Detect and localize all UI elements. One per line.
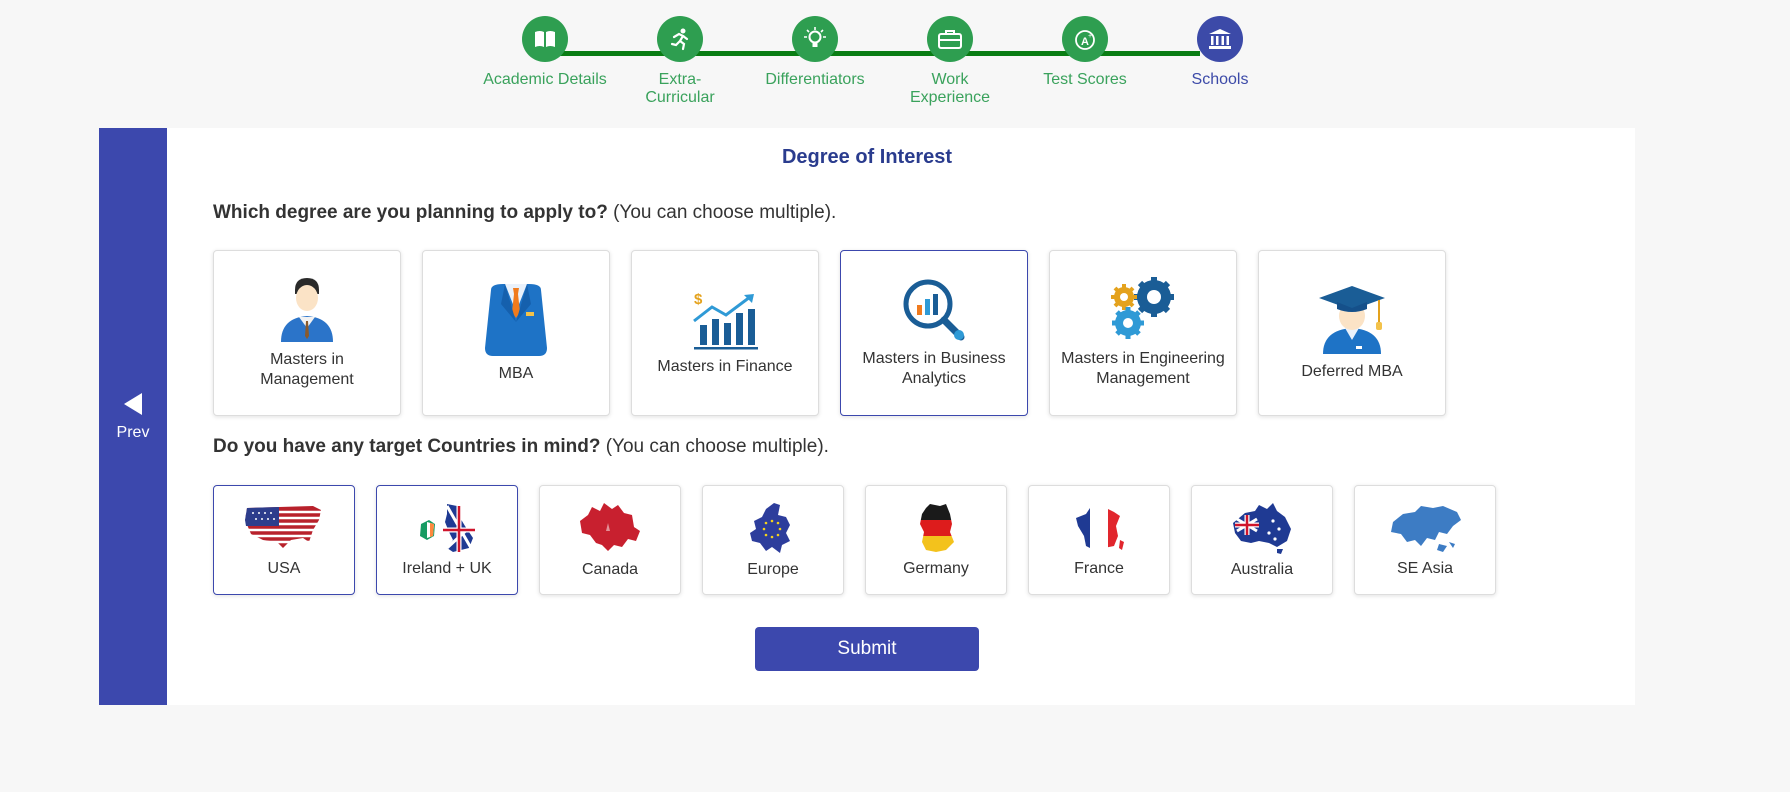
country-option-label: Europe: [747, 561, 799, 578]
gears-icon: [1111, 277, 1174, 339]
degree-question-bold: Which degree are you planning to apply t…: [213, 202, 608, 223]
degree-question: Which degree are you planning to apply t…: [213, 202, 836, 224]
lightbulb-icon: [792, 16, 838, 62]
analytics-magnifier-icon: [903, 279, 965, 341]
country-question-note: (You can choose multiple).: [600, 436, 829, 457]
manager-icon: [281, 278, 333, 342]
step-label: Work Experience: [909, 71, 991, 106]
europe-map-icon: [750, 503, 790, 553]
step-test-scores[interactable]: A + Test Scores: [1020, 16, 1150, 89]
step-label: Test Scores: [1043, 71, 1127, 88]
country-option-label: France: [1074, 560, 1124, 577]
country-option-germany[interactable]: Germany: [865, 485, 1007, 595]
degree-option-mba[interactable]: MBA: [422, 250, 610, 416]
canada-map-icon: [580, 503, 640, 551]
country-option-se-asia[interactable]: SE Asia: [1354, 485, 1496, 595]
degree-option-label: Masters in Engineering Management: [1061, 350, 1225, 387]
country-question-bold: Do you have any target Countries in mind…: [213, 436, 601, 457]
step-label: Extra- Curricular: [645, 71, 715, 106]
degree-option-label: Deferred MBA: [1301, 363, 1403, 380]
country-option-canada[interactable]: Canada: [539, 485, 681, 595]
asia-map-icon: [1391, 506, 1461, 552]
step-extra-curricular[interactable]: Extra- Curricular: [615, 16, 745, 107]
country-option-europe[interactable]: Europe: [702, 485, 844, 595]
degree-option-deferred-mba[interactable]: Deferred MBA: [1258, 250, 1446, 416]
prev-label: Prev: [116, 423, 150, 441]
step-differentiators[interactable]: Differentiators: [750, 16, 880, 89]
form-title: Degree of Interest: [781, 146, 953, 168]
degree-option-masters-business-analytics[interactable]: Masters in Business Analytics: [840, 250, 1028, 416]
country-option-label: USA: [267, 560, 301, 577]
grade-icon: A +: [1062, 16, 1108, 62]
step-work-experience[interactable]: Work Experience: [885, 16, 1015, 107]
book-icon: [522, 16, 568, 62]
step-academic-details[interactable]: Academic Details: [480, 16, 610, 89]
triangle-left-icon: [124, 392, 142, 415]
svg-text:+: +: [1088, 33, 1092, 40]
usa-map-icon: [245, 506, 323, 548]
country-option-label: SE Asia: [1396, 560, 1454, 577]
graduate-icon: [1319, 286, 1385, 354]
country-option-usa[interactable]: USA: [213, 485, 355, 595]
country-option-label: Germany: [903, 560, 969, 577]
step-label: Academic Details: [483, 71, 607, 88]
institution-icon: [1197, 16, 1243, 62]
step-schools[interactable]: Schools: [1155, 16, 1285, 89]
running-icon: [657, 16, 703, 62]
country-option-france[interactable]: France: [1028, 485, 1170, 595]
country-option-australia[interactable]: Australia: [1191, 485, 1333, 595]
degree-option-masters-management[interactable]: Masters in Management: [213, 250, 401, 416]
uk-ireland-map-icon: [420, 504, 475, 552]
prev-button[interactable]: Prev: [99, 128, 167, 705]
suit-icon: [485, 284, 547, 356]
france-map-icon: [1076, 504, 1124, 550]
degree-question-note: (You can choose multiple).: [607, 202, 837, 223]
degree-option-masters-engineering-management[interactable]: Masters in Engineering Management: [1049, 250, 1237, 416]
degree-option-label: Masters in Management: [260, 351, 354, 388]
country-option-label: Ireland + UK: [402, 560, 492, 577]
germany-map-icon: [920, 504, 954, 552]
degree-option-label: Masters in Business Analytics: [862, 350, 1006, 387]
step-label: Schools: [1191, 71, 1249, 88]
svg-text:$: $: [694, 291, 703, 308]
degree-option-label: MBA: [498, 365, 534, 382]
finance-chart-icon: $: [693, 291, 758, 350]
degree-form-card: Prev Degree of Interest Which degree are…: [99, 128, 1635, 705]
country-question: Do you have any target Countries in mind…: [213, 436, 829, 458]
progress-stepper: Academic Details Extra- Curricular Differ…: [480, 16, 1260, 116]
degree-option-label: Masters in Finance: [657, 358, 793, 375]
step-label: Differentiators: [765, 71, 865, 88]
submit-button[interactable]: Submit: [755, 627, 979, 671]
country-option-label: Canada: [581, 561, 639, 578]
degree-option-masters-finance[interactable]: $ Masters in Finance: [631, 250, 819, 416]
briefcase-icon: [927, 16, 973, 62]
country-option-ireland-uk[interactable]: Ireland + UK: [376, 485, 518, 595]
country-option-label: Australia: [1230, 561, 1294, 578]
australia-map-icon: [1233, 503, 1291, 554]
